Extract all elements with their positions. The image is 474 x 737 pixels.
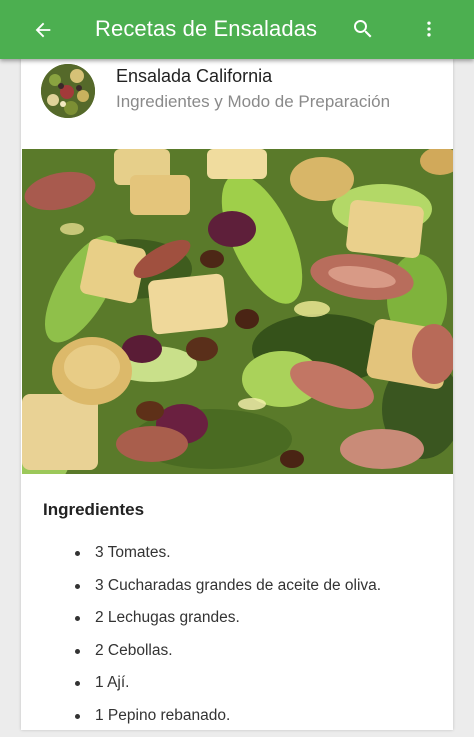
search-icon — [351, 17, 375, 41]
salad-photo — [22, 149, 453, 474]
more-vert-icon — [419, 17, 439, 41]
list-item: 3 Tomates. — [75, 542, 381, 575]
list-item: 3 Cucharadas grandes de aceite de oliva. — [75, 575, 381, 608]
arrow-back-icon — [32, 19, 54, 41]
back-button[interactable] — [30, 17, 56, 43]
recipe-title: Ensalada California — [116, 66, 272, 87]
list-item: 2 Lechugas grandes. — [75, 607, 381, 640]
list-item: 2 Cebollas. — [75, 640, 381, 673]
ingredients-heading: Ingredientes — [43, 500, 144, 520]
list-item: 1 Pepino rebanado. — [75, 705, 381, 737]
app-bar: Recetas de Ensaladas — [0, 0, 474, 59]
recipe-thumbnail — [41, 64, 95, 118]
app-title: Recetas de Ensaladas — [95, 15, 317, 43]
search-button[interactable] — [350, 16, 376, 42]
list-item: 1 Ají. — [75, 672, 381, 705]
ingredients-list: 3 Tomates. 3 Cucharadas grandes de aceit… — [75, 542, 381, 737]
recipe-subtitle: Ingredientes y Modo de Preparación — [116, 92, 436, 112]
more-options-button[interactable] — [418, 16, 440, 42]
recipe-card: Ensalada California Ingredientes y Modo … — [21, 59, 453, 730]
